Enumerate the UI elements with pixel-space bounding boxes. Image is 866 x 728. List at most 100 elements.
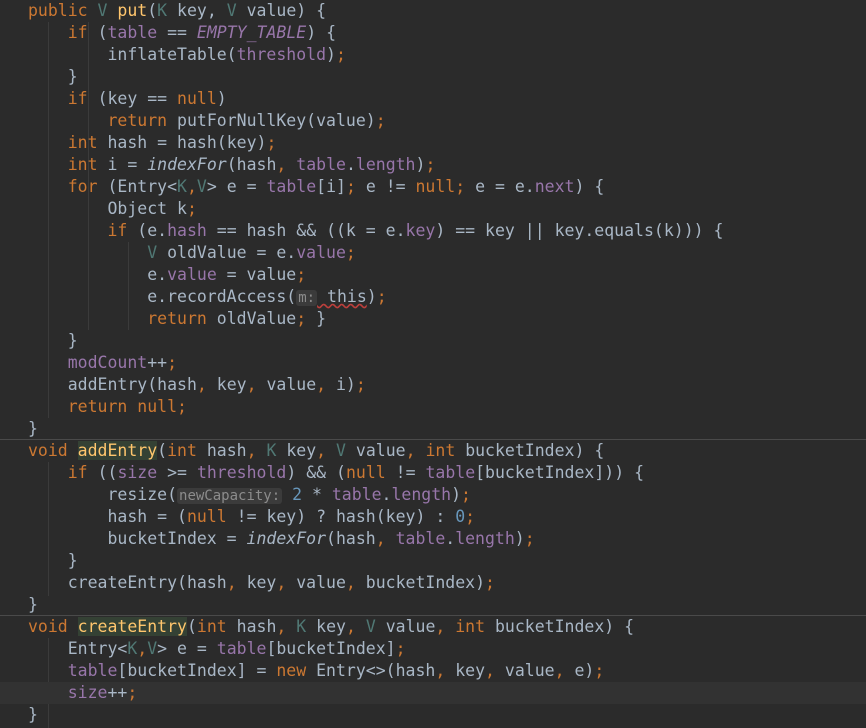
code-line[interactable]: size++; (0, 682, 866, 704)
code-token: ; (127, 683, 138, 702)
code-token: ( (186, 617, 197, 636)
code-token: threshold (236, 45, 327, 64)
code-token: bucketIndex) { (494, 617, 635, 636)
code-token: } (28, 331, 78, 350)
code-line[interactable]: inflateTable(threshold); (0, 44, 866, 66)
code-token: ( (157, 441, 168, 460)
code-line[interactable]: for (Entry<K,V> e = table[i]; e != null;… (0, 176, 866, 198)
code-token: ; (167, 353, 178, 372)
code-token: hash (206, 441, 247, 460)
code-token: ; (345, 243, 356, 262)
code-token: e. (28, 265, 168, 284)
code-token: bucketIndex = (28, 529, 247, 548)
code-token: hash = ( (28, 507, 187, 526)
code-token: == hash && ((k = e. (206, 221, 406, 240)
code-token: K (157, 1, 178, 20)
code-line[interactable]: if ((size >= threshold) && (null != tabl… (0, 462, 866, 484)
code-token: } (28, 595, 38, 614)
code-token: ) (415, 155, 426, 174)
code-line[interactable]: e.value = value; (0, 264, 866, 286)
code-token: addEntry(hash (28, 375, 197, 394)
code-line[interactable]: createEntry(hash, key, value, bucketInde… (0, 572, 866, 594)
code-line[interactable]: table[bucketIndex] = new Entry<>(hash, k… (0, 660, 866, 682)
code-line[interactable]: bucketIndex = indexFor(hash, table.lengt… (0, 528, 866, 550)
code-token: null (186, 507, 227, 526)
code-line[interactable]: if (table == EMPTY_TABLE) { (0, 22, 866, 44)
code-line[interactable]: hash = (null != key) ? hash(key) : 0; (0, 506, 866, 528)
code-token: ; (296, 265, 307, 284)
code-token: int (167, 441, 207, 460)
code-line[interactable]: addEntry(hash, key, value, i); (0, 374, 866, 396)
code-token: , (186, 177, 197, 196)
code-token: , (276, 573, 297, 592)
code-line[interactable]: int hash = hash(key); (0, 132, 866, 154)
code-token: ) { (306, 23, 337, 42)
code-line[interactable]: modCount++; (0, 352, 866, 374)
code-token: bucketIndex) { (465, 441, 605, 460)
code-token: key (286, 441, 317, 460)
code-line[interactable]: } (0, 704, 866, 726)
code-line[interactable]: e.recordAccess(m: this); (0, 286, 866, 308)
code-line[interactable]: } (0, 330, 866, 352)
code-token: createEntry (77, 617, 187, 636)
code-token: K (177, 177, 187, 196)
code-token: 0 (455, 507, 466, 526)
code-token: if (67, 463, 98, 482)
code-token: Entry<>(hash (316, 661, 436, 680)
code-line[interactable]: return putForNullKey(value); (0, 110, 866, 132)
code-token: != key) ? hash(key) : (226, 507, 456, 526)
code-token: } (316, 309, 327, 328)
code-token: table (331, 485, 382, 504)
code-token: , (316, 441, 337, 460)
code-token: (e. (137, 221, 168, 240)
code-token: ) && ( (286, 463, 346, 482)
code-line[interactable]: return null; (0, 396, 866, 418)
code-line[interactable]: V oldValue = e.value; (0, 242, 866, 264)
code-line[interactable]: if (key == null) (0, 88, 866, 110)
code-token: value (296, 243, 346, 262)
code-token: key (216, 375, 247, 394)
code-token: } (28, 705, 38, 724)
code-line[interactable]: } (0, 594, 866, 616)
code-token: (key == (97, 89, 178, 108)
code-token: putForNullKey(value) (177, 111, 376, 130)
code-line[interactable]: if (e.hash == hash && ((k = e.key) == ke… (0, 220, 866, 242)
code-token: ; (296, 309, 317, 328)
code-token: , (246, 441, 267, 460)
code-line[interactable]: void addEntry(int hash, K key, V value, … (0, 440, 866, 462)
code-token: return null; (67, 397, 187, 416)
code-line[interactable]: Object k; (0, 198, 866, 220)
code-line[interactable]: public V put(K key, V value) { (0, 0, 866, 22)
code-token: * (302, 485, 332, 504)
code-editor[interactable]: public V put(K key, V value) { if (table… (0, 0, 866, 728)
code-line[interactable]: } (0, 66, 866, 88)
code-line[interactable]: Entry<K,V> e = table[bucketIndex]; (0, 638, 866, 660)
code-line[interactable]: void createEntry(int hash, K key, V valu… (0, 616, 866, 638)
code-token: = value (216, 265, 297, 284)
code-token: value) { (246, 1, 327, 20)
code-token: 2 (282, 485, 303, 504)
code-token: ) (451, 485, 462, 504)
code-token: [i] (316, 177, 346, 196)
code-line[interactable]: int i = indexFor(hash, table.length); (0, 154, 866, 176)
code-line[interactable]: return oldValue; } (0, 308, 866, 330)
code-token: >= (157, 463, 197, 482)
code-token: , (375, 529, 396, 548)
code-line[interactable]: } (0, 418, 866, 440)
code-token: value (296, 573, 346, 592)
code-token: (hash (226, 155, 277, 174)
code-token: i) (336, 375, 356, 394)
code-token: ; (425, 155, 436, 174)
code-token: } (28, 67, 78, 86)
code-token: ; (485, 573, 495, 592)
code-token: inflateTable( (28, 45, 237, 64)
code-line[interactable]: resize(newCapacity: 2 * table.length); (0, 484, 866, 506)
code-token: bucketIndex) (365, 573, 486, 592)
code-token: if (67, 23, 98, 42)
code-line[interactable]: } (0, 550, 866, 572)
code-token: threshold (196, 463, 287, 482)
